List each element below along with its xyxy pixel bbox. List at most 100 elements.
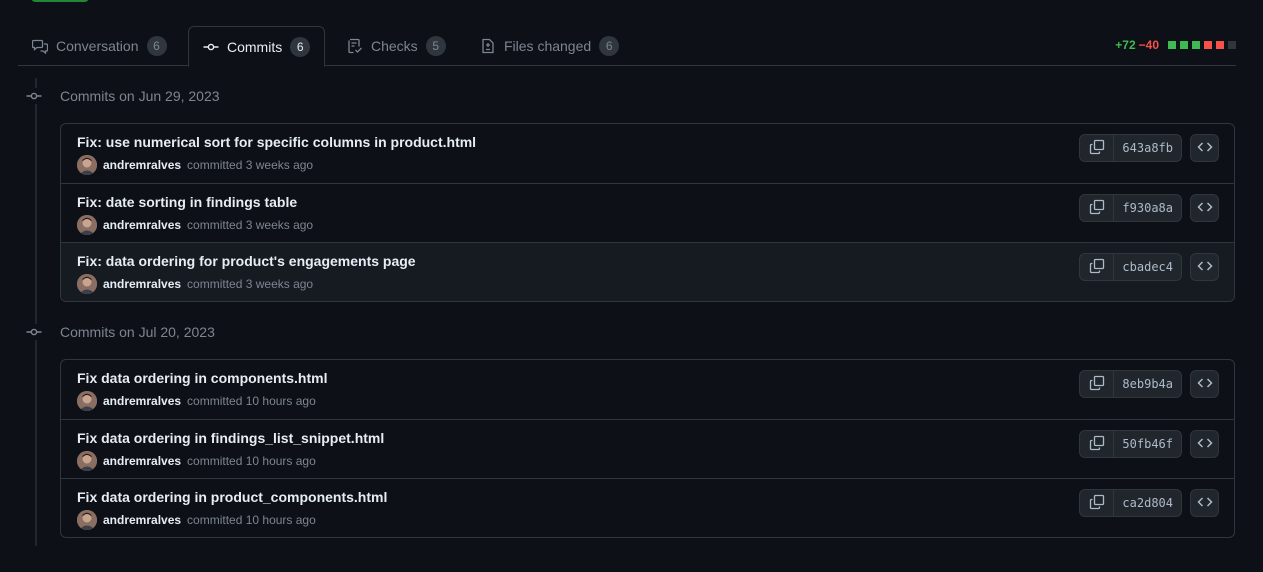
commit-title-link[interactable]: Fix data ordering in components.html: [77, 369, 1218, 387]
commit-row: Fix: date sorting in findings table andr…: [61, 183, 1234, 242]
tab-files-changed[interactable]: Files changed 6: [466, 26, 633, 66]
copy-sha-button[interactable]: [1080, 254, 1115, 280]
timeline-line: [35, 78, 37, 546]
commit-time: committed 3 weeks ago: [187, 158, 314, 172]
tab-files-changed-label: Files changed: [504, 38, 592, 54]
copy-icon: [1089, 375, 1105, 394]
commit-time: committed 10 hours ago: [187, 454, 316, 468]
copy-sha-button[interactable]: [1080, 195, 1115, 221]
code-icon: [1196, 139, 1213, 158]
commit-title-link[interactable]: Fix: date sorting in findings table: [77, 193, 1218, 211]
commit-group-header: Commits on Jul 20, 2023: [26, 324, 215, 340]
browse-repo-at-commit-button[interactable]: [1190, 430, 1219, 458]
browse-repo-at-commit-button[interactable]: [1190, 489, 1219, 517]
diffstat-block-added: [1168, 41, 1176, 49]
copy-sha-button[interactable]: [1080, 371, 1115, 397]
commit-time: committed 3 weeks ago: [187, 277, 314, 291]
diffstat-block-deleted: [1216, 41, 1224, 49]
commit-title-link[interactable]: Fix data ordering in findings_list_snipp…: [77, 429, 1218, 447]
copy-icon: [1089, 435, 1105, 454]
commit-group-header: Commits on Jun 29, 2023: [26, 88, 220, 104]
code-icon: [1196, 494, 1213, 513]
tab-commits-counter: 6: [290, 36, 311, 57]
avatar[interactable]: [77, 451, 97, 471]
commit-title-link[interactable]: Fix data ordering in product_components.…: [77, 488, 1218, 506]
commit-sha-group: f930a8a: [1079, 194, 1182, 222]
copy-sha-button[interactable]: [1080, 490, 1115, 516]
commit-sha-link[interactable]: 8eb9b4a: [1114, 371, 1181, 397]
tab-commits-label: Commits: [227, 38, 283, 55]
commit-sha-link[interactable]: 50fb46f: [1114, 431, 1181, 457]
tab-checks[interactable]: Checks 5: [333, 26, 460, 66]
browse-repo-at-commit-button[interactable]: [1190, 134, 1219, 162]
commit-group-date: Commits on Jun 29, 2023: [60, 88, 220, 104]
code-icon: [1196, 258, 1213, 277]
commit-row: Fix: use numerical sort for specific col…: [61, 124, 1234, 183]
avatar[interactable]: [77, 155, 97, 175]
commit-sha-group: ca2d804: [1079, 489, 1182, 517]
git-commit-icon: [26, 88, 42, 104]
file-diff-icon: [480, 38, 496, 54]
diffstat-block-added: [1180, 41, 1188, 49]
commit-row: Fix: data ordering for product's engagem…: [61, 242, 1234, 301]
avatar[interactable]: [77, 274, 97, 294]
copy-sha-button[interactable]: [1080, 135, 1115, 161]
merge-button-edge: [30, 0, 90, 2]
tab-checks-label: Checks: [371, 38, 418, 54]
checklist-icon: [347, 38, 363, 54]
commit-author-link[interactable]: andremralves: [103, 277, 181, 291]
copy-icon: [1089, 494, 1105, 513]
commit-sha-link[interactable]: 643a8fb: [1114, 135, 1181, 161]
commit-sha-group: 8eb9b4a: [1079, 370, 1182, 398]
commit-row: Fix data ordering in components.html and…: [61, 360, 1234, 419]
copy-icon: [1089, 199, 1105, 218]
diffstat-block-deleted: [1204, 41, 1212, 49]
copy-sha-button[interactable]: [1080, 431, 1115, 457]
commit-sha-group: 50fb46f: [1079, 430, 1182, 458]
code-icon: [1196, 435, 1213, 454]
browse-repo-at-commit-button[interactable]: [1190, 194, 1219, 222]
commit-author-link[interactable]: andremralves: [103, 158, 181, 172]
code-icon: [1196, 199, 1213, 218]
tab-conversation[interactable]: Conversation 6: [18, 26, 181, 66]
commit-author-link[interactable]: andremralves: [103, 454, 181, 468]
diffstat-deletions: −40: [1138, 38, 1159, 52]
commit-time: committed 3 weeks ago: [187, 218, 314, 232]
commit-author-link[interactable]: andremralves: [103, 218, 181, 232]
avatar[interactable]: [77, 510, 97, 530]
commit-sha-group: cbadec4: [1079, 253, 1182, 281]
commit-group-date: Commits on Jul 20, 2023: [60, 324, 215, 340]
tab-commits[interactable]: Commits 6: [188, 26, 326, 67]
commit-author-link[interactable]: andremralves: [103, 513, 181, 527]
commit-sha-link[interactable]: f930a8a: [1114, 195, 1181, 221]
comment-discussion-icon: [32, 38, 48, 54]
commit-title-link[interactable]: Fix: data ordering for product's engagem…: [77, 252, 1218, 270]
tab-conversation-label: Conversation: [56, 38, 139, 54]
tab-conversation-counter: 6: [146, 36, 167, 56]
browse-repo-at-commit-button[interactable]: [1190, 370, 1219, 398]
commit-author-link[interactable]: andremralves: [103, 394, 181, 408]
commit-title-link[interactable]: Fix: use numerical sort for specific col…: [77, 133, 1218, 151]
tab-files-changed-counter: 6: [599, 36, 620, 56]
commit-list: Fix data ordering in components.html and…: [60, 359, 1235, 538]
avatar[interactable]: [77, 391, 97, 411]
browse-repo-at-commit-button[interactable]: [1190, 253, 1219, 281]
avatar[interactable]: [77, 215, 97, 235]
commit-row: Fix data ordering in findings_list_snipp…: [61, 419, 1234, 478]
commit-list: Fix: use numerical sort for specific col…: [60, 123, 1235, 302]
commit-time: committed 10 hours ago: [187, 394, 316, 408]
diffstat-block-neutral: [1228, 41, 1236, 49]
git-commit-icon: [26, 324, 42, 340]
commit-row: Fix data ordering in product_components.…: [61, 478, 1234, 537]
diffstat-additions: +72: [1115, 38, 1136, 52]
commit-sha-link[interactable]: cbadec4: [1114, 254, 1181, 280]
git-commit-icon: [203, 39, 219, 55]
diffstat-block-added: [1192, 41, 1200, 49]
copy-icon: [1089, 258, 1105, 277]
commit-sha-link[interactable]: ca2d804: [1114, 490, 1181, 516]
copy-icon: [1089, 139, 1105, 158]
pr-tabnav: Conversation 6 Commits 6 Checks 5 Files …: [18, 26, 1236, 67]
commit-time: committed 10 hours ago: [187, 513, 316, 527]
commit-sha-group: 643a8fb: [1079, 134, 1182, 162]
tab-checks-counter: 5: [425, 36, 446, 56]
